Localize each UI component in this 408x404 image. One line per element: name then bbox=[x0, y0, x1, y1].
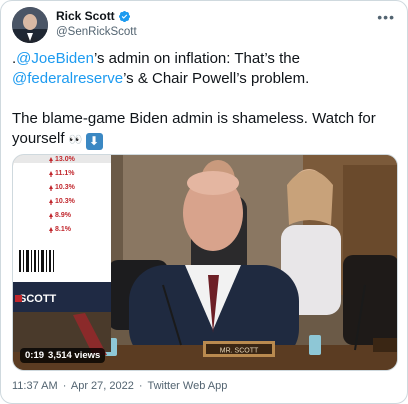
sign-value-4: 10.3% bbox=[55, 198, 76, 205]
nameplate-text: MR. SCOTT bbox=[220, 348, 259, 355]
tweet-source[interactable]: Twitter Web App bbox=[147, 380, 227, 392]
video-frame: MR. SCOTT 13.0% 11.1% 10.3% 10.3% 8.9% 8… bbox=[13, 155, 397, 370]
sign-value-1: 13.0% bbox=[55, 156, 76, 163]
video-player[interactable]: MR. SCOTT 13.0% 11.1% 10.3% 10.3% 8.9% 8… bbox=[12, 154, 398, 371]
tweet-card: Rick Scott @SenRickScott ••• .@JoeBiden’… bbox=[0, 0, 408, 404]
display-name[interactable]: Rick Scott bbox=[56, 9, 115, 23]
text-line1-suffix: ’s admin on inflation: That’s the bbox=[93, 50, 300, 67]
sign-value-6: 8.1% bbox=[55, 226, 72, 233]
separator: · bbox=[62, 380, 67, 392]
sign-value-3: 10.3% bbox=[55, 184, 76, 191]
tweet-text: .@JoeBiden’s admin on inflation: That’s … bbox=[12, 49, 402, 150]
more-horizontal-icon[interactable]: ••• bbox=[377, 9, 395, 25]
text-line3: The blame-game Biden admin is shameless.… bbox=[12, 110, 376, 147]
video-elapsed: 0:19 bbox=[25, 350, 45, 361]
sign-value-5: 8.9% bbox=[55, 212, 72, 219]
sign-value-2: 11.1% bbox=[55, 170, 75, 177]
video-views: 3,514 views bbox=[48, 350, 101, 361]
verified-badge-icon bbox=[118, 10, 131, 23]
mention-joebiden[interactable]: @JoeBiden bbox=[16, 50, 94, 67]
down-arrow-emoji-icon: ⬇ bbox=[85, 133, 103, 150]
sign-brand: SCOTT bbox=[19, 293, 57, 305]
author-handle[interactable]: @SenRickScott bbox=[56, 26, 137, 38]
tweet-header: Rick Scott @SenRickScott ••• bbox=[12, 7, 397, 47]
author-names: Rick Scott @SenRickScott bbox=[56, 9, 137, 38]
avatar[interactable] bbox=[12, 7, 48, 43]
tweet-date[interactable]: Apr 27, 2022 bbox=[71, 380, 134, 392]
tweet-time[interactable]: 11:37 AM bbox=[12, 380, 58, 392]
text-line2-suffix: ’s & Chair Powell’s problem. bbox=[123, 70, 310, 87]
video-stats-badge: 0:19 3,514 views bbox=[20, 348, 106, 363]
eyes-emoji-icon: 👀 bbox=[68, 134, 83, 146]
mention-federalreserve[interactable]: @federalreserve bbox=[12, 70, 123, 87]
separator: · bbox=[138, 380, 143, 392]
tweet-metadata: 11:37 AM · Apr 27, 2022 · Twitter Web Ap… bbox=[12, 380, 229, 392]
